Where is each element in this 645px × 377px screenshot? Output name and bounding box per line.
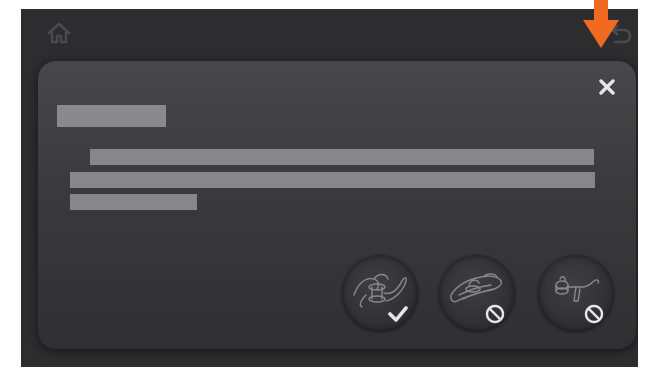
tool-option-3[interactable]: [538, 255, 614, 331]
device-screen: [21, 9, 638, 367]
prohibited-icon: [485, 304, 505, 324]
dialog-text-line-redacted: [70, 194, 197, 210]
checkmark-icon: [388, 306, 408, 322]
close-icon[interactable]: [596, 76, 618, 98]
arrow-down-icon: [583, 0, 619, 48]
home-icon[interactable]: [46, 21, 72, 45]
tool-option-2[interactable]: [439, 255, 515, 331]
dialog-text-line-redacted: [70, 172, 595, 188]
tool-option-1[interactable]: [342, 255, 418, 331]
info-dialog: [38, 61, 636, 349]
dialog-title-redacted: [57, 105, 166, 127]
prohibited-icon: [584, 304, 604, 324]
dialog-text-line-redacted: [90, 149, 594, 165]
